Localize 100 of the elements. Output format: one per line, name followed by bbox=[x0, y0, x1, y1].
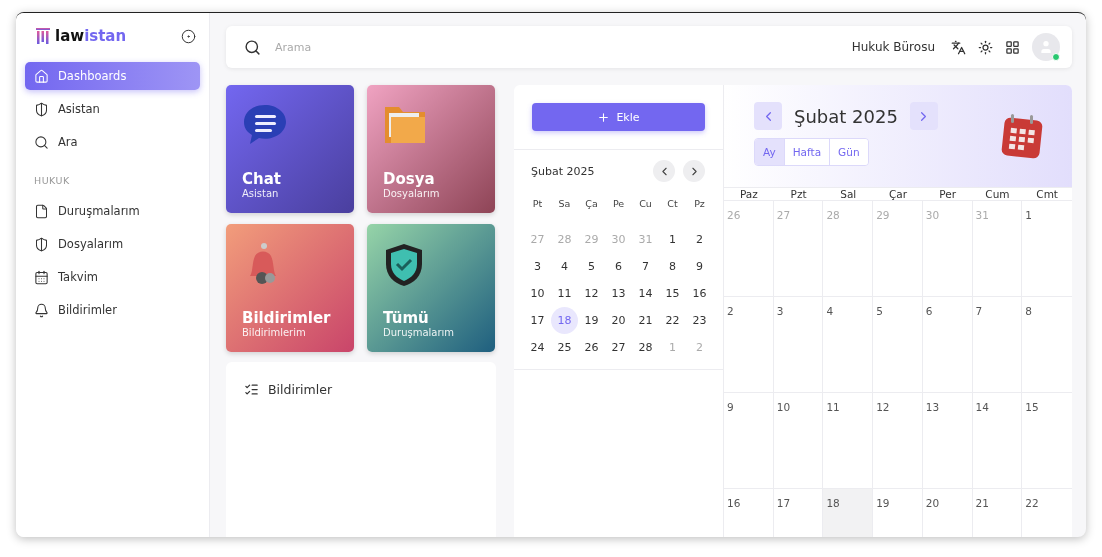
weekday-label: Sa bbox=[557, 196, 572, 211]
calendar-day[interactable]: 3 bbox=[524, 253, 551, 280]
search-field[interactable]: Arama bbox=[273, 39, 840, 55]
sun-icon[interactable] bbox=[978, 39, 993, 55]
apps-icon[interactable] bbox=[1005, 39, 1020, 55]
next-month-button[interactable] bbox=[683, 160, 705, 182]
card-title: Dosya bbox=[383, 170, 436, 188]
calendar-day[interactable]: 12 bbox=[578, 280, 605, 307]
day-cell[interactable]: 2 bbox=[724, 297, 774, 393]
add-button[interactable]: Ekle bbox=[532, 103, 705, 131]
weekday-label: Ça bbox=[584, 196, 599, 211]
weekday-label: Sal bbox=[839, 188, 858, 200]
speech-bubble-icon bbox=[242, 103, 288, 147]
weekday-label: Paz bbox=[738, 188, 759, 200]
day-cell[interactable]: 5 bbox=[873, 297, 923, 393]
shield-check-icon bbox=[383, 242, 425, 288]
document-icon bbox=[34, 203, 49, 219]
weekday-label: Pe bbox=[611, 196, 626, 211]
calendar-day[interactable]: 5 bbox=[578, 253, 605, 280]
card-title: Tümü bbox=[383, 309, 430, 327]
panel-title: Bildirimler bbox=[268, 382, 333, 397]
organization-name: Hukuk Bürosu bbox=[851, 40, 935, 54]
calendar-day[interactable]: 24 bbox=[524, 334, 551, 361]
day-cell[interactable]: 4 bbox=[823, 297, 874, 393]
home-icon bbox=[34, 68, 49, 84]
search-icon bbox=[34, 134, 49, 150]
day-cell[interactable]: 12 bbox=[873, 393, 923, 489]
shortcut-card[interactable]: Chat Asistan bbox=[226, 85, 354, 213]
calendar-day[interactable]: 8 bbox=[659, 253, 686, 280]
day-cell[interactable]: 10 bbox=[773, 393, 824, 489]
view-tab[interactable]: Hafta bbox=[784, 139, 831, 165]
bell-icon bbox=[34, 302, 49, 318]
card-subtitle: Asistan bbox=[242, 188, 280, 199]
day-cell[interactable]: 6 bbox=[922, 297, 973, 393]
calendar-icon bbox=[1000, 113, 1044, 159]
calendar-day[interactable]: 20 bbox=[605, 307, 632, 334]
plus-icon bbox=[597, 110, 611, 124]
weekday-label: Ct bbox=[666, 196, 679, 211]
calendar-day[interactable]: 26 bbox=[578, 334, 605, 361]
calendar-day[interactable]: 16 bbox=[686, 280, 713, 307]
day-cell[interactable]: 14 bbox=[972, 393, 1023, 489]
calendar-day[interactable]: 13 bbox=[605, 280, 632, 307]
shield-icon bbox=[34, 236, 49, 252]
weekday-label: Per bbox=[938, 188, 958, 200]
sidebar-item[interactable]: Asistan bbox=[25, 95, 200, 123]
calendar-day[interactable]: 4 bbox=[551, 253, 578, 280]
card-subtitle: Dosyalarım bbox=[383, 188, 441, 199]
weekday-label: Çar bbox=[887, 188, 909, 200]
calendar-day[interactable]: 28 bbox=[632, 334, 659, 361]
sidebar-item[interactable]: Dashboards bbox=[25, 62, 200, 90]
translate-icon[interactable] bbox=[951, 39, 966, 55]
day-cell[interactable]: 11 bbox=[823, 393, 874, 489]
calendar-icon bbox=[34, 269, 49, 285]
calendar-day[interactable]: 18 bbox=[551, 307, 578, 334]
calendar-day[interactable]: 23 bbox=[686, 307, 713, 334]
day-cell[interactable]: 18 bbox=[823, 489, 874, 537]
calendar-day[interactable]: 1 bbox=[659, 226, 686, 253]
calendar-day[interactable]: 19 bbox=[578, 307, 605, 334]
calendar-day[interactable]: 27 bbox=[605, 334, 632, 361]
calendar-day[interactable]: 22 bbox=[659, 307, 686, 334]
weekday-label: Pt bbox=[531, 196, 544, 211]
weekday-label: Cu bbox=[638, 196, 653, 211]
previous-month-button[interactable] bbox=[653, 160, 675, 182]
sidebar-item[interactable]: Bildirimler bbox=[25, 296, 200, 324]
search-icon bbox=[244, 38, 261, 56]
calendar-day[interactable]: 9 bbox=[686, 253, 713, 280]
weekday-label: Cmt bbox=[1035, 188, 1059, 200]
user-icon bbox=[1038, 39, 1054, 55]
card-subtitle: Bildirimlerim bbox=[242, 327, 307, 338]
sidebar-item[interactable]: Dosyalarım bbox=[25, 230, 200, 258]
calendar-day[interactable]: 14 bbox=[632, 280, 659, 307]
shortcut-card[interactable]: Dosya Dosyalarım bbox=[367, 85, 495, 213]
calendar-day[interactable]: 21 bbox=[632, 307, 659, 334]
toggle-icon[interactable] bbox=[181, 28, 196, 44]
weekday-label: Pzt bbox=[789, 188, 808, 200]
calendar-day[interactable]: 15 bbox=[659, 280, 686, 307]
calendar-day[interactable]: 2 bbox=[686, 226, 713, 253]
day-cell[interactable]: 7 bbox=[972, 297, 1023, 393]
calendar-day[interactable]: 6 bbox=[605, 253, 632, 280]
day-cell[interactable]: 13 bbox=[922, 393, 973, 489]
sidebar-item[interactable]: Ara bbox=[25, 128, 200, 156]
shield-icon bbox=[34, 101, 49, 117]
section-heading: HUKUK bbox=[33, 174, 71, 188]
weekday-label: Pz bbox=[693, 196, 706, 211]
card-title: Chat bbox=[242, 170, 282, 188]
sidebar-item[interactable]: Takvim bbox=[25, 263, 200, 291]
calendar-day[interactable]: 10 bbox=[524, 280, 551, 307]
calendar-day[interactable]: 25 bbox=[551, 334, 578, 361]
view-tab[interactable]: Gün bbox=[830, 139, 868, 165]
list-icon bbox=[244, 382, 259, 397]
month-title: Şubat 2025 bbox=[794, 105, 898, 127]
day-cell[interactable]: 3 bbox=[773, 297, 824, 393]
logo-text: lawistan bbox=[55, 27, 127, 45]
weekday-label: Cum bbox=[984, 188, 1011, 200]
card-subtitle: Duruşmalarım bbox=[383, 327, 456, 338]
calendar-day[interactable]: 7 bbox=[632, 253, 659, 280]
calendar-day[interactable]: 11 bbox=[551, 280, 578, 307]
sidebar-item[interactable]: Duruşmalarım bbox=[25, 197, 200, 225]
day-cell[interactable]: 9 bbox=[724, 393, 774, 489]
calendar-day[interactable]: 17 bbox=[524, 307, 551, 334]
